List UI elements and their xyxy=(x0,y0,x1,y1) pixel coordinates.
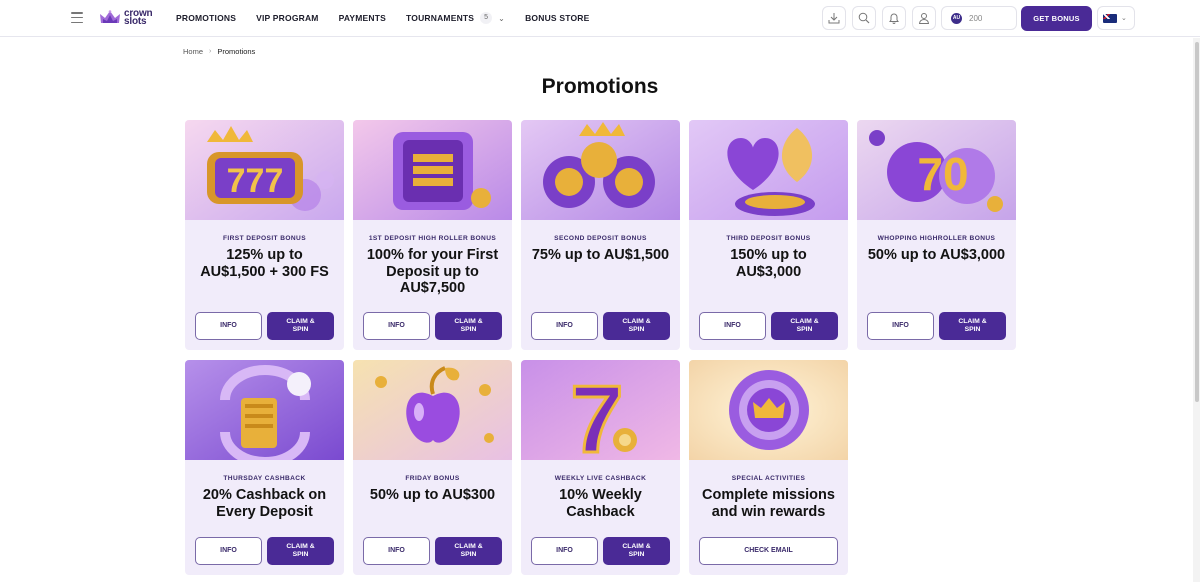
promo-card: SECOND DEPOSIT BONUS 75% up to AU$1,500 … xyxy=(521,120,680,350)
promo-title: 50% up to AU$300 xyxy=(369,487,496,503)
breadcrumb: Home › Promotions xyxy=(183,47,255,56)
claim-spin-button[interactable]: CLAIM & SPIN xyxy=(939,312,1006,340)
promo-title: Complete missions and win rewards xyxy=(702,487,835,520)
info-button[interactable]: INFO xyxy=(195,537,262,565)
info-button[interactable]: INFO xyxy=(363,312,430,340)
claim-spin-button[interactable]: CLAIM & SPIN xyxy=(603,537,670,565)
download-icon xyxy=(828,13,840,24)
claim-spin-button[interactable]: CLAIM & SPIN xyxy=(435,312,502,340)
profile-button[interactable] xyxy=(912,6,936,30)
promo-category: SECOND DEPOSIT BONUS xyxy=(554,235,647,242)
cherry-image xyxy=(353,360,512,460)
svg-text:777: 777 xyxy=(227,162,284,200)
promo-card: THIRD DEPOSIT BONUS 150% up to AU$3,000 … xyxy=(689,120,848,350)
main-nav: PROMOTIONS VIP PROGRAM PAYMENTS TOURNAME… xyxy=(176,0,609,36)
crown-chip-image xyxy=(689,360,848,460)
promo-card: 1ST DEPOSIT HIGH ROLLER BONUS 100% for y… xyxy=(353,120,512,350)
promo-title: 125% up to AU$1,500 + 300 FS xyxy=(200,247,329,280)
get-bonus-button[interactable]: GET BONUS xyxy=(1021,6,1092,31)
balance-display[interactable]: AU 200 xyxy=(941,6,1017,30)
language-selector[interactable]: ⌄ xyxy=(1097,6,1135,30)
australia-flag-icon xyxy=(1103,13,1117,23)
heart-spade-image xyxy=(689,120,848,220)
promo-card: 777 FIRST DEPOSIT BONUS 125% up to AU$1,… xyxy=(185,120,344,350)
info-button[interactable]: INFO xyxy=(699,312,766,340)
promo-title: 150% up to AU$3,000 xyxy=(730,247,807,280)
promo-category: FRIDAY BONUS xyxy=(405,475,460,482)
claim-spin-button[interactable]: CLAIM & SPIN xyxy=(603,312,670,340)
menu-icon[interactable] xyxy=(71,12,83,23)
search-button[interactable] xyxy=(852,6,876,30)
highroller-70-image: 70 xyxy=(857,120,1016,220)
promo-category: 1ST DEPOSIT HIGH ROLLER BONUS xyxy=(368,235,497,242)
promo-card: SPECIAL ACTIVITIES Complete missions and… xyxy=(689,360,848,575)
lucky-seven-image: 7 xyxy=(521,360,680,460)
nav-promotions[interactable]: PROMOTIONS xyxy=(176,13,236,23)
info-button[interactable]: INFO xyxy=(531,537,598,565)
promo-card: 7 WEEKLY LIVE CASHBACK 10% Weekly Cashba… xyxy=(521,360,680,575)
claim-spin-button[interactable]: CLAIM & SPIN xyxy=(435,537,502,565)
promo-category: THURSDAY CASHBACK xyxy=(223,475,306,482)
claim-spin-button[interactable]: CLAIM & SPIN xyxy=(267,537,334,565)
crown-logo-icon xyxy=(100,10,120,23)
claim-spin-button[interactable]: CLAIM & SPIN xyxy=(771,312,838,340)
user-icon xyxy=(918,13,930,24)
nav-tournaments[interactable]: TOURNAMENTS 5 ⌄ xyxy=(406,12,505,24)
chevron-down-icon: ⌄ xyxy=(1121,15,1127,22)
info-button[interactable]: INFO xyxy=(195,312,262,340)
promo-title: 20% Cashback on Every Deposit xyxy=(202,487,327,520)
download-button[interactable] xyxy=(822,6,846,30)
slot-machine-777-image: 777 xyxy=(185,120,344,220)
promo-category: WEEKLY LIVE CASHBACK xyxy=(554,475,647,482)
promo-category: FIRST DEPOSIT BONUS xyxy=(222,235,307,242)
chevron-right-icon: › xyxy=(209,48,212,55)
coin-stack-cashback-image xyxy=(185,360,344,460)
breadcrumb-home[interactable]: Home xyxy=(183,47,203,56)
nav-payments[interactable]: PAYMENTS xyxy=(339,13,386,23)
nav-vip-program[interactable]: VIP PROGRAM xyxy=(256,13,319,23)
top-header: crown slots PROMOTIONS VIP PROGRAM PAYME… xyxy=(0,0,1200,37)
info-button[interactable]: INFO xyxy=(363,537,430,565)
promo-card: FRIDAY BONUS 50% up to AU$300 INFO CLAIM… xyxy=(353,360,512,575)
logo-line2: slots xyxy=(124,16,147,27)
page-title: Promotions xyxy=(541,75,659,98)
bell-icon xyxy=(889,13,899,24)
promo-title: 75% up to AU$1,500 xyxy=(531,247,670,263)
promo-category: SPECIAL ACTIVITIES xyxy=(731,475,806,482)
svg-text:70: 70 xyxy=(917,148,968,200)
balance-value: 200 xyxy=(969,13,983,23)
currency-coin-icon: AU xyxy=(951,12,962,24)
notifications-button[interactable] xyxy=(882,6,906,30)
promo-title: 10% Weekly Cashback xyxy=(559,487,642,520)
casino-chips-image xyxy=(521,120,680,220)
search-icon xyxy=(858,12,870,24)
claim-spin-button[interactable]: CLAIM & SPIN xyxy=(267,312,334,340)
check-email-button[interactable]: CHECK EMAIL xyxy=(699,537,838,565)
promo-title: 50% up to AU$3,000 xyxy=(867,247,1006,263)
chevron-down-icon[interactable]: ⌄ xyxy=(498,14,505,23)
logo[interactable]: crown slots xyxy=(99,8,153,28)
vault-safe-image xyxy=(353,120,512,220)
info-button[interactable]: INFO xyxy=(531,312,598,340)
breadcrumb-current: Promotions xyxy=(217,47,256,56)
promo-category: WHOPPING HIGHROLLER BONUS xyxy=(877,235,996,242)
info-button[interactable]: INFO xyxy=(867,312,934,340)
promo-card: 70 WHOPPING HIGHROLLER BONUS 50% up to A… xyxy=(857,120,1016,350)
promo-card: THURSDAY CASHBACK 20% Cashback on Every … xyxy=(185,360,344,575)
nav-bonus-store[interactable]: BONUS STORE xyxy=(525,13,589,23)
promo-category: THIRD DEPOSIT BONUS xyxy=(726,235,811,242)
promo-title: 100% for your First Deposit up to AU$7,5… xyxy=(366,247,499,296)
tournaments-count-badge: 5 xyxy=(480,12,493,24)
